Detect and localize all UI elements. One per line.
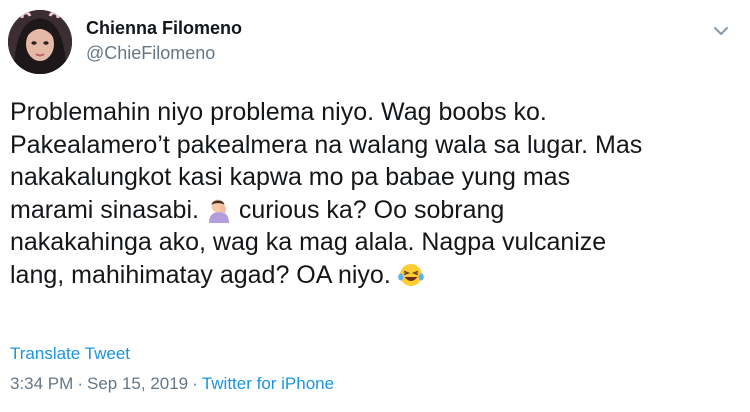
meta-separator: · [77, 374, 83, 393]
tweet-line-with-emoji: marami sinasabi. curious ka? Oo sobrang [10, 194, 738, 227]
tweet-segment: lang, mahihimatay agad? OA niyo. [10, 260, 391, 289]
tweet-meta: 3:34 PM · Sep 15, 2019 · Twitter for iPhone [10, 374, 334, 394]
tweet-line-with-emoji: lang, mahihimatay agad? OA niyo. [10, 259, 738, 292]
tweet-source-link[interactable]: Twitter for iPhone [202, 374, 334, 393]
tweet-time[interactable]: 3:34 PM [10, 374, 73, 393]
tweet-line: Problemahin niyo problema niyo. Wag boob… [10, 98, 547, 126]
tweet-segment: curious ka? Oo sobrang [238, 195, 505, 224]
facepalm-woman-emoji [206, 197, 232, 223]
author-name[interactable]: Chienna Filomeno [86, 18, 242, 39]
tweet-line: Pakealamero’t pakealmera na walang wala … [10, 130, 643, 159]
tweet-line: nakakalungkot kasi kapwa mo pa babae yun… [10, 163, 571, 191]
meta-separator: · [192, 374, 198, 393]
chevron-down-icon[interactable] [708, 18, 734, 44]
laughing-tears-emoji [397, 262, 424, 288]
avatar[interactable] [8, 10, 72, 74]
tweet-date[interactable]: Sep 15, 2019 [87, 374, 188, 393]
translate-tweet-link[interactable]: Translate Tweet [10, 344, 130, 364]
tweet-segment: marami sinasabi. [10, 195, 199, 224]
author-handle[interactable]: @ChieFilomeno [86, 43, 215, 64]
tweet-card: Chienna Filomeno @ChieFilomeno Problemah… [0, 0, 750, 412]
tweet-text: Problemahin niyo problema niyo. Wag boob… [10, 96, 738, 291]
tweet-line: nakakahinga ako, wag ka mag alala. Nagpa… [10, 228, 607, 256]
